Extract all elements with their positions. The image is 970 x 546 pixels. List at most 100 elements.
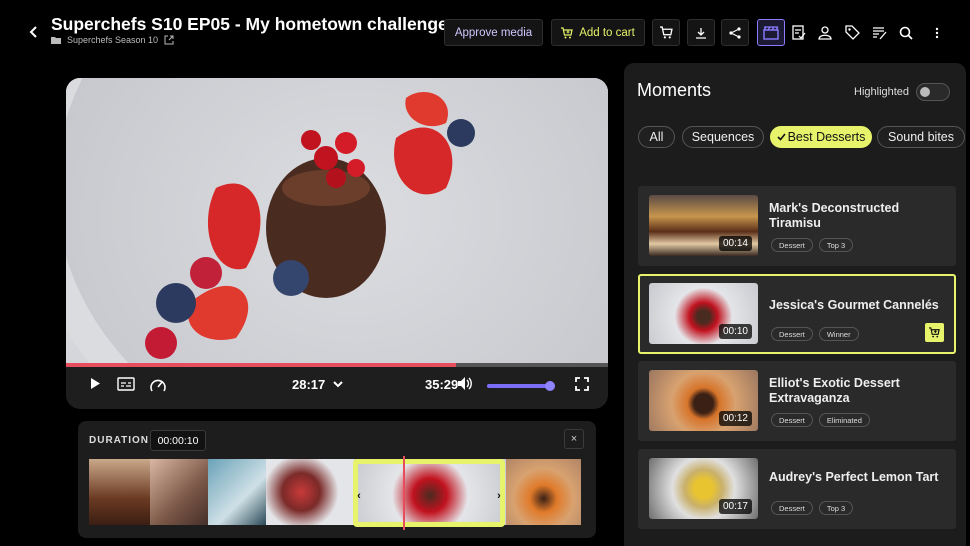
- moment-card[interactable]: 00:17 Audrey's Perfect Lemon Tart Desser…: [638, 449, 956, 529]
- add-to-cart-label: Add to cart: [579, 26, 635, 39]
- current-time-label: 28:17: [292, 377, 326, 392]
- tag-icon: [844, 25, 860, 40]
- moment-card[interactable]: 00:12 Elliot's Exotic Dessert Extravagan…: [638, 361, 956, 441]
- filter-label: All: [649, 130, 664, 144]
- duration-panel: DURATION 00:00:10 × ‹ ›: [78, 421, 596, 538]
- more-button[interactable]: [923, 19, 951, 46]
- breadcrumb[interactable]: Superchefs Season 10: [51, 35, 174, 45]
- search-icon: [899, 26, 913, 40]
- chevron-down-icon: [333, 381, 343, 388]
- cart-plus-icon: [929, 327, 940, 338]
- moment-tag: Top 3: [818, 238, 854, 252]
- moments-panel: Moments Highlighted All Sequences Best D…: [624, 63, 966, 546]
- chevron-left-icon: [29, 26, 37, 38]
- moment-time: 00:17: [718, 499, 752, 514]
- filter-best-desserts[interactable]: Best Desserts: [770, 126, 872, 148]
- timeline-strip[interactable]: [89, 459, 581, 525]
- moment-name: Audrey's Perfect Lemon Tart: [769, 470, 939, 484]
- check-icon: [777, 133, 786, 141]
- fullscreen-button[interactable]: [575, 377, 589, 391]
- add-to-cart-button[interactable]: Add to cart: [551, 19, 645, 46]
- duration-label: DURATION: [89, 435, 150, 446]
- cart-button[interactable]: [652, 19, 680, 46]
- moment-tag: Dessert: [771, 501, 813, 515]
- current-time[interactable]: 28:17: [292, 377, 343, 392]
- moment-tag: Winner: [818, 327, 859, 341]
- timeline-thumbnail: [506, 459, 581, 525]
- moment-time: 00:10: [718, 324, 752, 339]
- person-icon: [818, 25, 832, 40]
- highlighted-label: Highlighted: [854, 86, 910, 98]
- moment-card[interactable]: 00:14 Mark's Deconstructed Tiramisu Dess…: [638, 186, 956, 266]
- notes-icon: [791, 25, 805, 40]
- breadcrumb-label: Superchefs Season 10: [67, 35, 159, 45]
- clapper-button[interactable]: [757, 19, 785, 46]
- moment-tag: Eliminated: [818, 413, 870, 427]
- share-icon: [729, 26, 741, 39]
- share-button[interactable]: [721, 19, 749, 46]
- person-button[interactable]: [811, 19, 839, 46]
- volume-slider[interactable]: [487, 381, 556, 391]
- play-icon: [91, 378, 100, 389]
- toggle-knob: [920, 87, 930, 97]
- moment-name: Elliot's Exotic Dessert Extravaganza: [769, 376, 900, 405]
- moment-name: Mark's Deconstructed Tiramisu: [769, 201, 900, 230]
- volume-fill: [487, 384, 551, 388]
- filter-label: Sequences: [691, 130, 755, 144]
- moments-title: Moments: [637, 80, 712, 100]
- subtitles-icon: [117, 377, 135, 391]
- moment-thumbnail: 00:17: [649, 458, 758, 519]
- volume-icon: [458, 377, 472, 390]
- filter-sound-bites[interactable]: Sound bites: [877, 126, 965, 148]
- approve-media-button[interactable]: Approve media: [444, 19, 543, 46]
- more-icon: [935, 27, 939, 38]
- timeline-thumbnail: [89, 459, 150, 525]
- back-button[interactable]: [22, 20, 46, 44]
- trim-selection[interactable]: ‹ ›: [353, 459, 505, 527]
- progress-bar[interactable]: [66, 363, 608, 367]
- page-title: Superchefs S10 EP05 - My hometown challe…: [51, 14, 448, 34]
- duration-value[interactable]: 00:00:10: [150, 430, 206, 451]
- moment-time: 00:14: [718, 236, 752, 251]
- trim-handle-right[interactable]: ›: [493, 484, 505, 508]
- play-button[interactable]: [90, 377, 101, 390]
- add-moment-to-cart-button[interactable]: [925, 323, 944, 342]
- subtitles-button[interactable]: [117, 377, 135, 391]
- video-frame[interactable]: [66, 78, 608, 365]
- close-button[interactable]: ×: [564, 429, 584, 449]
- progress-fill: [66, 363, 457, 367]
- player-controls: 28:17 35:29: [66, 363, 608, 409]
- filter-label: Best Desserts: [787, 130, 866, 144]
- transcript-icon: [872, 26, 886, 39]
- volume-button[interactable]: [457, 376, 474, 391]
- approve-media-label: Approve media: [454, 26, 533, 39]
- filter-sequences[interactable]: Sequences: [682, 126, 764, 148]
- total-time: 35:29: [425, 377, 459, 392]
- cart-icon: [659, 26, 673, 39]
- folder-icon: [51, 37, 61, 44]
- tag-button[interactable]: [838, 19, 866, 46]
- filter-label: Sound bites: [887, 130, 955, 144]
- moment-tag: Top 3: [818, 501, 854, 515]
- transcript-button[interactable]: [865, 19, 893, 46]
- moment-card-selected[interactable]: 00:10 Jessica's Gourmet Cannelés Dessert…: [638, 274, 956, 354]
- timeline-playhead[interactable]: [403, 456, 405, 530]
- moment-tag: Dessert: [771, 327, 813, 341]
- timeline-thumbnail: [266, 459, 354, 525]
- moment-time: 00:12: [718, 411, 752, 426]
- cart-plus-icon: [561, 26, 573, 38]
- notes-button[interactable]: [784, 19, 812, 46]
- moment-thumbnail: 00:14: [649, 195, 758, 256]
- dessert-image: [145, 92, 475, 359]
- header: Superchefs S10 EP05 - My hometown challe…: [0, 0, 970, 64]
- highlighted-toggle[interactable]: [916, 83, 950, 101]
- download-button[interactable]: [687, 19, 715, 46]
- search-button[interactable]: [892, 19, 920, 46]
- speed-button[interactable]: [149, 377, 167, 393]
- timeline-thumbnail: [150, 459, 208, 525]
- filter-all[interactable]: All: [638, 126, 675, 148]
- download-icon: [696, 27, 706, 39]
- external-link-icon[interactable]: [164, 35, 174, 45]
- trim-handle-left[interactable]: ‹: [353, 484, 365, 508]
- volume-knob[interactable]: [545, 381, 556, 391]
